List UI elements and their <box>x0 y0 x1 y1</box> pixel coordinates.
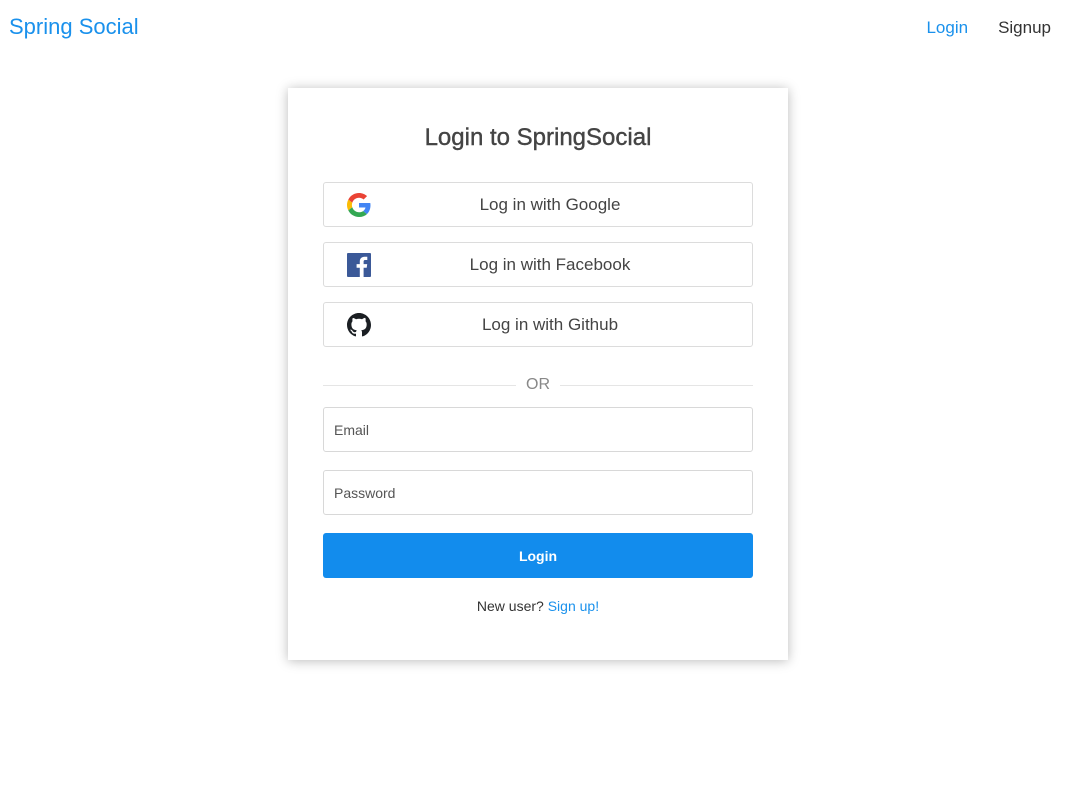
email-field[interactable] <box>323 407 753 452</box>
google-icon <box>347 193 371 217</box>
nav-signup-link[interactable]: Signup <box>998 18 1051 38</box>
facebook-login-label: Log in with Facebook <box>469 254 631 274</box>
nav-login-link[interactable]: Login <box>926 18 968 38</box>
login-card: Login to SpringSocial Log in with Google… <box>288 88 788 660</box>
nav-links: Login Signup <box>926 18 1051 38</box>
github-login-button[interactable]: Log in with Github <box>323 302 753 347</box>
github-login-label: Log in with Github <box>481 314 619 334</box>
social-login-list: Log in with Google Log in with Facebook … <box>323 182 753 347</box>
github-icon <box>347 313 371 337</box>
password-field[interactable] <box>323 470 753 515</box>
login-button[interactable]: Login <box>323 533 753 578</box>
login-title: Login to SpringSocial <box>424 124 652 151</box>
facebook-icon <box>347 253 371 277</box>
navbar: Spring Social Login Signup <box>0 0 1074 58</box>
google-login-button[interactable]: Log in with Google <box>323 182 753 227</box>
google-login-label: Log in with Google <box>479 194 621 214</box>
or-divider: OR <box>323 375 753 395</box>
signup-link[interactable]: Sign up! <box>548 598 599 614</box>
facebook-login-button[interactable]: Log in with Facebook <box>323 242 753 287</box>
signup-prompt: New user? Sign up! <box>323 598 753 614</box>
signup-prompt-text: New user? <box>476 598 544 614</box>
or-divider-label: OR <box>516 376 560 393</box>
brand-link[interactable]: Spring Social <box>9 14 139 40</box>
